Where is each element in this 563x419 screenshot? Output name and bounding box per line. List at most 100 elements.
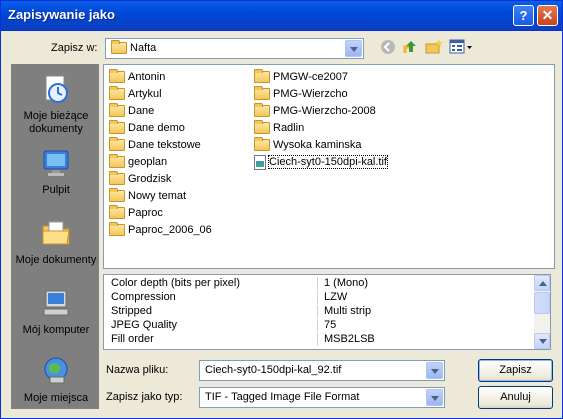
folder-icon: [109, 137, 125, 152]
up-one-level-icon[interactable]: [402, 38, 420, 56]
property-key: JPEG Quality: [111, 319, 178, 331]
chevron-down-icon[interactable]: [426, 362, 443, 379]
window-title: Zapisywanie jako: [8, 7, 115, 22]
filetype-value: TIF - Tagged Image File Format: [205, 391, 360, 403]
save-in-value: Nafta: [130, 42, 157, 54]
place-network[interactable]: Moje miejsca: [12, 355, 100, 405]
item-name: Antonin: [128, 71, 166, 83]
folder-icon: [254, 69, 270, 84]
item-name: Paproc_2006_06: [128, 224, 212, 236]
folder-icon: [254, 103, 270, 118]
properties-scrollbar[interactable]: [534, 275, 550, 349]
list-item[interactable]: Antonin: [109, 69, 165, 86]
save-in-combo[interactable]: Nafta: [105, 38, 364, 59]
list-item[interactable]: Radlin: [254, 120, 304, 137]
save-as-dialog: Zapisywanie jako ? ✕ Zapisz w: Nafta Moj…: [0, 0, 563, 419]
back-icon[interactable]: [379, 38, 397, 56]
filename-label: Nazwa pliku:: [106, 364, 169, 376]
place-recent-documents[interactable]: Moje bieżące dokumenty: [12, 73, 100, 136]
properties-grid[interactable]: Color depth (bits per pixel) 1 (Mono) Com…: [103, 274, 551, 350]
save-in-label: Zapisz w:: [51, 42, 98, 54]
my-documents-icon: [42, 221, 70, 245]
item-name: Paproc: [128, 207, 163, 219]
list-item[interactable]: Paproc: [109, 205, 163, 222]
property-row[interactable]: Compression LZW: [104, 291, 534, 304]
item-name: Nowy temat: [128, 190, 187, 202]
file-list[interactable]: Antonin Artykul Dane Dane demo Dane teks…: [103, 64, 555, 269]
folder-icon: [109, 205, 125, 220]
list-item[interactable]: Dane tekstowe: [109, 137, 201, 154]
property-row[interactable]: Fill order MSB2LSB: [104, 333, 534, 346]
folder-icon: [109, 120, 125, 135]
filetype-label: Zapisz jako typ:: [106, 391, 183, 403]
place-label: Pulpit: [42, 184, 70, 196]
item-name: Grodzisk: [128, 173, 172, 185]
help-button[interactable]: ?: [513, 5, 534, 26]
place-label: Moje miejsca: [23, 392, 89, 404]
item-name: Wysoka kaminska: [273, 139, 362, 151]
place-label: Moje bieżące dokumenty: [23, 110, 89, 135]
property-value: 75: [324, 319, 337, 331]
scroll-down-icon[interactable]: [534, 333, 550, 349]
folder-icon: [254, 137, 270, 152]
scroll-up-icon[interactable]: [534, 275, 550, 291]
close-button[interactable]: ✕: [537, 5, 558, 26]
folder-icon: [109, 171, 125, 186]
folder-icon: [254, 86, 270, 101]
list-item[interactable]: Dane demo: [109, 120, 185, 137]
save-in-current: Nafta: [111, 40, 156, 57]
view-menu-icon[interactable]: [449, 38, 473, 56]
item-name: Dane tekstowe: [128, 139, 201, 151]
item-name: Dane demo: [128, 122, 185, 134]
list-item[interactable]: Artykul: [109, 86, 162, 103]
list-item-tif-file[interactable]: Ciech-syt0-150dpi-kal.tif: [254, 154, 388, 171]
cancel-button[interactable]: Anuluj: [478, 386, 553, 409]
place-desktop[interactable]: Pulpit: [12, 147, 100, 197]
title-bar[interactable]: Zapisywanie jako ? ✕: [1, 1, 562, 31]
property-value: LZW: [324, 291, 348, 303]
item-name: Ciech-syt0-150dpi-kal.tif: [268, 155, 388, 169]
item-name: PMG-Wierzcho: [273, 88, 348, 100]
folder-icon: [109, 188, 125, 203]
image-file-icon: [254, 154, 266, 170]
list-item[interactable]: PMGW-ce2007: [254, 69, 348, 86]
folder-icon: [109, 154, 125, 169]
place-label: Moje dokumenty: [15, 254, 97, 266]
list-item[interactable]: geoplan: [109, 154, 167, 171]
scroll-thumb[interactable]: [534, 292, 550, 314]
network-places-icon: [44, 357, 68, 384]
folder-icon: [111, 40, 127, 55]
property-key: Fill order: [111, 333, 154, 345]
property-value: 1 (Mono): [324, 277, 369, 289]
property-key: Color depth (bits per pixel): [111, 277, 241, 289]
filename-input[interactable]: Ciech-syt0-150dpi-kal_92.tif: [199, 360, 445, 381]
item-name: PMGW-ce2007: [273, 71, 348, 83]
property-key: Compression: [111, 291, 176, 303]
property-value: MSB2LSB: [324, 333, 375, 345]
item-name: Artykul: [128, 88, 162, 100]
list-item[interactable]: Dane: [109, 103, 154, 120]
list-item[interactable]: PMG-Wierzcho: [254, 86, 348, 103]
place-my-computer[interactable]: Mój komputer: [12, 287, 100, 337]
recent-documents-icon: [45, 75, 68, 103]
list-item[interactable]: Grodzisk: [109, 171, 171, 188]
list-item[interactable]: Nowy temat: [109, 188, 186, 205]
list-item[interactable]: PMG-Wierzcho-2008: [254, 103, 376, 120]
property-row[interactable]: Stripped Multi strip: [104, 305, 534, 318]
place-my-documents[interactable]: Moje dokumenty: [12, 217, 100, 267]
chevron-down-icon[interactable]: [345, 40, 362, 57]
new-folder-icon[interactable]: [425, 38, 443, 56]
filetype-select[interactable]: TIF - Tagged Image File Format: [199, 387, 445, 408]
save-button[interactable]: Zapisz: [478, 359, 553, 382]
chevron-down-icon[interactable]: [426, 389, 443, 406]
list-item[interactable]: Wysoka kaminska: [254, 137, 362, 154]
folder-icon: [109, 86, 125, 101]
places-bar: Moje bieżące dokumenty Pulpit Moje dokum…: [11, 64, 99, 409]
property-value: Multi strip: [324, 305, 372, 317]
folder-icon: [109, 222, 125, 237]
property-row[interactable]: Color depth (bits per pixel) 1 (Mono): [104, 277, 534, 290]
item-name: geoplan: [128, 156, 168, 168]
property-row[interactable]: JPEG Quality 75: [104, 319, 534, 332]
place-label: Mój komputer: [22, 324, 90, 336]
list-item[interactable]: Paproc_2006_06: [109, 222, 212, 239]
